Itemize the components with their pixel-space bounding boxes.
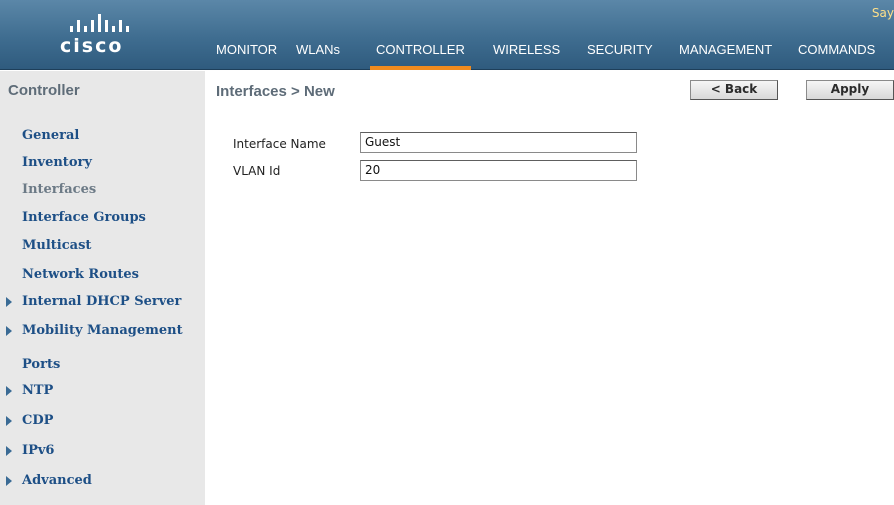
sidebar-item-general[interactable]: General (22, 126, 79, 146)
cisco-wordmark: cisco (60, 35, 124, 57)
sidebar-title: Controller (8, 82, 80, 99)
expand-arrow-icon[interactable] (6, 297, 12, 307)
sidebar-item-cdp[interactable]: CDP (22, 411, 53, 431)
nav-security[interactable]: SECURITY (587, 40, 653, 70)
sidebar-item-inventory[interactable]: Inventory (22, 153, 92, 173)
cisco-bridge-icon (66, 12, 136, 32)
sidebar-item-interfaces[interactable]: Interfaces (22, 180, 96, 200)
vlan-id-label: VLAN Id (233, 164, 281, 178)
expand-arrow-icon[interactable] (6, 416, 12, 426)
expand-arrow-icon[interactable] (6, 386, 12, 396)
nav-monitor[interactable]: MONITOR (216, 40, 277, 70)
top-header-bar: cisco Say MONITOR WLANs CONTROLLER WIREL… (0, 0, 894, 70)
sidebar: Controller General Inventory Interfaces … (0, 71, 205, 505)
sidebar-item-internal-dhcp-server[interactable]: Internal DHCP Server (22, 292, 181, 312)
expand-arrow-icon[interactable] (6, 446, 12, 456)
sidebar-item-multicast[interactable]: Multicast (22, 236, 91, 256)
expand-arrow-icon[interactable] (6, 476, 12, 486)
nav-wireless[interactable]: WIRELESS (493, 40, 560, 70)
back-button[interactable]: < Back (690, 80, 778, 100)
nav-wlans[interactable]: WLANs (296, 40, 340, 70)
expand-arrow-icon[interactable] (6, 326, 12, 336)
sidebar-item-ports[interactable]: Ports (22, 355, 60, 375)
vlan-id-input[interactable]: 20 (360, 160, 637, 181)
interface-name-input[interactable]: Guest (360, 132, 637, 153)
sidebar-item-mobility-management[interactable]: Mobility Management (22, 321, 183, 341)
sidebar-item-network-routes[interactable]: Network Routes (22, 265, 139, 285)
sidebar-item-ipv6[interactable]: IPv6 (22, 441, 54, 461)
interface-name-label: Interface Name (233, 137, 326, 151)
save-configuration-link[interactable]: Say (872, 6, 894, 20)
sidebar-item-advanced[interactable]: Advanced (22, 471, 92, 491)
cisco-logo: cisco (60, 12, 156, 62)
sidebar-item-interface-groups[interactable]: Interface Groups (22, 208, 146, 228)
apply-button[interactable]: Apply (806, 80, 894, 100)
sidebar-item-ntp[interactable]: NTP (22, 381, 53, 401)
nav-controller[interactable]: CONTROLLER (370, 40, 471, 70)
page-title: Interfaces > New (216, 83, 335, 100)
nav-management[interactable]: MANAGEMENT (679, 40, 772, 70)
nav-commands[interactable]: COMMANDS (798, 40, 875, 70)
